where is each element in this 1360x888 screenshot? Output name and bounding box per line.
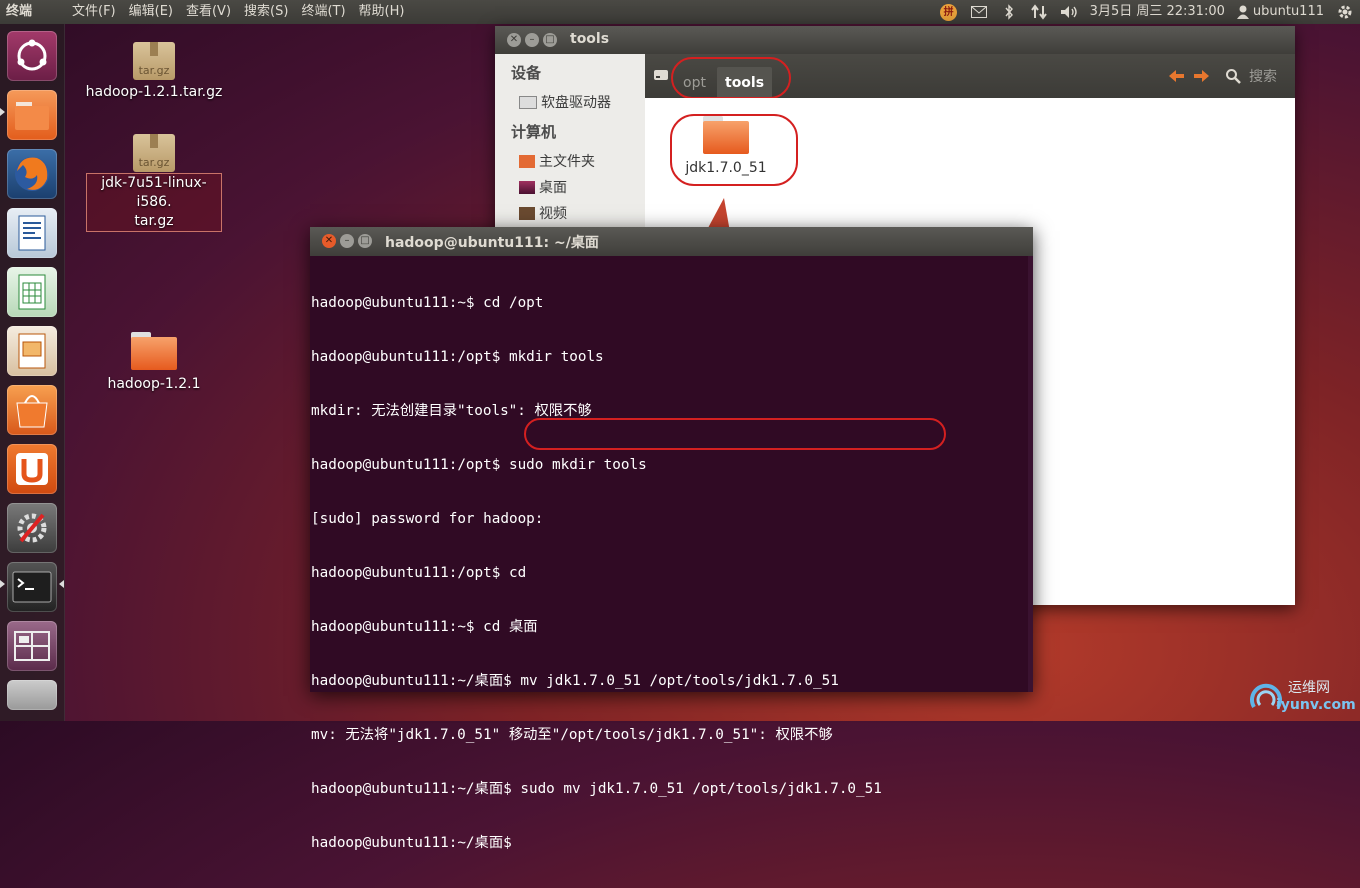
floppy-drive-icon: [519, 95, 537, 109]
username: ubuntu111: [1252, 4, 1324, 19]
terminal-line: [sudo] password for hadoop:: [311, 511, 544, 527]
back-arrow-icon[interactable]: [1167, 68, 1185, 84]
desktop-icon-hadoop-tar[interactable]: tar.gz hadoop-1.2.1.tar.gz: [84, 42, 224, 100]
terminal-line: hadoop@ubuntu111:/opt$ mkdir tools: [311, 349, 604, 365]
desktop-icon-hadoop-folder[interactable]: hadoop-1.2.1: [84, 332, 224, 392]
search-label[interactable]: 搜索: [1249, 66, 1277, 86]
bluetooth-icon[interactable]: [1000, 3, 1018, 21]
network-icon[interactable]: [1030, 3, 1048, 21]
system-tray: 拼 3月5日 周三 22:31:00 ubuntu111: [940, 0, 1360, 24]
terminal-line: hadoop@ubuntu111:~$ cd 桌面: [311, 619, 538, 635]
software-center-icon[interactable]: [7, 385, 57, 435]
close-icon[interactable]: ✕: [322, 234, 336, 248]
volume-icon[interactable]: [1060, 3, 1078, 21]
mail-icon[interactable]: [970, 3, 988, 21]
terminal-line: hadoop@ubuntu111:/opt$ cd: [311, 565, 527, 581]
watermark: 运维网 iyunv.com: [1246, 677, 1356, 717]
maximize-icon[interactable]: □: [358, 234, 372, 248]
calc-icon[interactable]: [7, 267, 57, 317]
terminal-line: hadoop@ubuntu111:~/桌面$: [311, 835, 521, 851]
user-menu[interactable]: ubuntu111: [1236, 0, 1324, 24]
annotation-circle-jdk-folder: [670, 114, 798, 186]
desktop-icon-label: hadoop-1.2.1: [107, 376, 201, 392]
desktop-icon-label: hadoop-1.2.1.tar.gz: [85, 84, 223, 100]
menu-edit[interactable]: 编辑(E): [129, 0, 173, 24]
sidebar-item-home[interactable]: 主文件夹: [519, 151, 595, 171]
terminal-line: hadoop@ubuntu111:/opt$ sudo mkdir tools: [311, 457, 647, 473]
menu-bar: 文件(F) 编辑(E) 查看(V) 搜索(S) 终端(T) 帮助(H): [72, 0, 404, 24]
firefox-icon[interactable]: [7, 149, 57, 199]
trash-icon[interactable]: [7, 680, 57, 710]
input-method-label: 拼: [940, 3, 958, 21]
terminal-titlebar[interactable]: ✕ – □ hadoop@ubuntu111: ~/桌面: [310, 227, 1033, 256]
input-method-icon[interactable]: 拼: [940, 3, 958, 21]
menu-search[interactable]: 搜索(S): [244, 0, 288, 24]
session-gear-icon[interactable]: [1336, 3, 1354, 21]
terminal-output[interactable]: hadoop@ubuntu111:~$ cd /opt hadoop@ubunt…: [311, 258, 1026, 888]
workspace-switcher-icon[interactable]: [7, 621, 57, 671]
terminal-line: hadoop@ubuntu111:~/桌面$ sudo mv jdk1.7.0_…: [311, 781, 882, 797]
writer-icon[interactable]: [7, 208, 57, 258]
window-title: tools: [570, 31, 610, 47]
forward-arrow-icon[interactable]: [1193, 68, 1211, 84]
menu-file[interactable]: 文件(F): [72, 0, 116, 24]
terminal-line: mv: 无法将"jdk1.7.0_51" 移动至"/opt/tools/jdk1…: [311, 727, 833, 743]
sidebar-header-computer: 计算机: [511, 123, 557, 141]
sidebar-item-desktop[interactable]: 桌面: [519, 177, 567, 197]
active-app-name: 终端: [6, 4, 33, 19]
minimize-icon[interactable]: –: [340, 234, 354, 248]
terminal-launcher-icon[interactable]: [7, 562, 57, 612]
window-title: hadoop@ubuntu111: ~/桌面: [385, 235, 599, 251]
drive-icon[interactable]: [653, 68, 669, 82]
desktop-icon: [519, 180, 535, 194]
launcher: [0, 24, 65, 721]
archive-icon: tar.gz: [133, 134, 175, 172]
file-manager-toolbar: opt tools 搜索: [645, 54, 1295, 99]
watermark-text: 运维网: [1288, 680, 1330, 696]
annotation-circle-breadcrumbs: [671, 57, 791, 99]
top-panel: 终端 文件(F) 编辑(E) 查看(V) 搜索(S) 终端(T) 帮助(H) 拼…: [0, 0, 1360, 24]
folder-icon: [131, 332, 177, 370]
desktop-icon-label-selected: jdk-7u51-linux-i586. tar.gz: [86, 173, 222, 232]
menu-view[interactable]: 查看(V): [186, 0, 231, 24]
sidebar-item-videos[interactable]: 视频: [519, 203, 567, 223]
terminal-line: hadoop@ubuntu111:~$ cd /opt: [311, 295, 544, 311]
files-launcher-icon[interactable]: [7, 90, 57, 140]
impress-icon[interactable]: [7, 326, 57, 376]
archive-icon: tar.gz: [133, 42, 175, 80]
menu-terminal[interactable]: 终端(T): [301, 0, 345, 24]
terminal-line: hadoop@ubuntu111:~/桌面$ mv jdk1.7.0_51 /o…: [311, 673, 839, 689]
sidebar-header-devices: 设备: [511, 64, 542, 82]
file-manager-titlebar[interactable]: ✕ – □ tools: [495, 26, 1295, 54]
user-icon: [1236, 5, 1249, 19]
maximize-icon[interactable]: □: [543, 33, 557, 47]
sidebar-item-floppy[interactable]: 软盘驱动器: [519, 92, 611, 112]
close-icon[interactable]: ✕: [507, 33, 521, 47]
minimize-icon[interactable]: –: [525, 33, 539, 47]
clock[interactable]: 3月5日 周三 22:31:00: [1090, 0, 1225, 24]
home-folder-icon: [519, 154, 535, 168]
video-icon: [519, 206, 535, 220]
dash-home-icon[interactable]: [7, 31, 57, 81]
watermark-url: iyunv.com: [1276, 697, 1356, 713]
system-settings-icon[interactable]: [7, 503, 57, 553]
desktop-icon-jdk-tar[interactable]: tar.gz jdk-7u51-linux-i586. tar.gz: [84, 134, 224, 232]
ubuntu-one-icon[interactable]: [7, 444, 57, 494]
terminal-scrollbar[interactable]: [1028, 256, 1033, 692]
search-icon[interactable]: [1225, 68, 1241, 84]
annotation-circle-sudo-mv: [524, 418, 946, 450]
menu-help[interactable]: 帮助(H): [359, 0, 405, 24]
terminal-window: ✕ – □ hadoop@ubuntu111: ~/桌面 hadoop@ubun…: [310, 227, 1033, 851]
